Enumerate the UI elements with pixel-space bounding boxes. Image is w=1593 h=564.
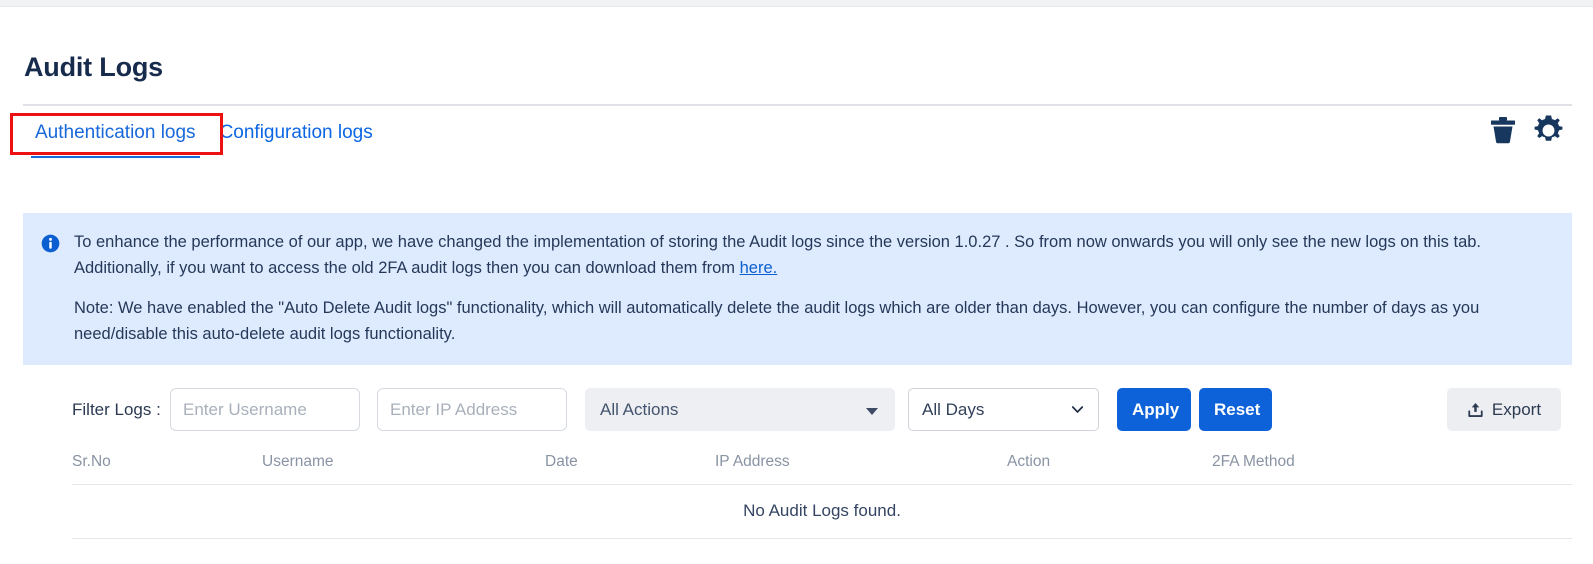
info-banner-body: To enhance the performance of our app, w…: [74, 229, 1554, 347]
info-banner-paragraph-1: To enhance the performance of our app, w…: [74, 229, 1554, 281]
column-header-ip-address: IP Address: [715, 443, 1007, 485]
ip-address-input[interactable]: [377, 388, 567, 431]
export-button-label: Export: [1491, 399, 1542, 419]
table-head: Sr.No Username Date IP Address Action 2F…: [72, 443, 1572, 485]
info-banner-paragraph-2: Note: We have enabled the "Auto Delete A…: [74, 299, 1480, 344]
tab-list: Authentication logs Configuration logs: [23, 106, 385, 158]
download-old-logs-link[interactable]: here.: [740, 259, 778, 277]
tab-actions: [1488, 114, 1565, 147]
trash-icon[interactable]: [1488, 115, 1518, 147]
days-filter-value: All Days: [922, 400, 985, 419]
column-header-date: Date: [545, 443, 715, 485]
action-filter-select[interactable]: All Actions: [585, 388, 895, 431]
tab-configuration-logs-label: Configuration logs: [219, 122, 373, 143]
audit-logs-table: Sr.No Username Date IP Address Action 2F…: [72, 443, 1572, 539]
page-title: Audit Logs: [24, 52, 163, 82]
tab-bar: Authentication logs Configuration logs: [23, 104, 1572, 158]
export-button[interactable]: Export: [1447, 388, 1561, 431]
column-header-username: Username: [262, 443, 545, 485]
column-header-2fa-method: 2FA Method: [1212, 443, 1572, 485]
apply-button[interactable]: Apply: [1117, 388, 1191, 431]
days-filter-select[interactable]: All Days: [908, 388, 1099, 431]
tab-configuration-logs[interactable]: Configuration logs: [208, 106, 385, 158]
top-strip: [0, 0, 1593, 7]
chevron-down-icon: [866, 408, 878, 415]
filter-logs-label: Filter Logs :: [72, 400, 161, 419]
reset-button[interactable]: Reset: [1199, 388, 1272, 431]
column-header-srno: Sr.No: [72, 443, 262, 485]
table-header-row: Sr.No Username Date IP Address Action 2F…: [72, 443, 1572, 485]
action-filter-value: All Actions: [600, 400, 679, 419]
info-banner-text-1: To enhance the performance of our app, w…: [74, 233, 1482, 278]
info-banner: To enhance the performance of our app, w…: [23, 213, 1572, 366]
tab-authentication-logs-label: Authentication logs: [35, 122, 196, 143]
column-header-action: Action: [1007, 443, 1212, 485]
username-input[interactable]: [170, 388, 360, 431]
table-empty-row: No Audit Logs found.: [72, 484, 1572, 539]
audit-logs-page: Audit Logs Authentication logs Configura…: [0, 0, 1593, 564]
table-body: No Audit Logs found.: [72, 484, 1572, 539]
audit-logs-table-wrapper: Sr.No Username Date IP Address Action 2F…: [72, 443, 1572, 539]
upload-icon: [1468, 402, 1483, 417]
empty-state-message: No Audit Logs found.: [72, 484, 1572, 539]
chevron-down-icon: [1071, 406, 1084, 413]
gear-icon[interactable]: [1532, 114, 1565, 147]
filter-row: Filter Logs : All Actions All Days Apply…: [72, 388, 1572, 432]
info-icon: [41, 234, 60, 253]
tab-authentication-logs[interactable]: Authentication logs: [23, 106, 208, 158]
